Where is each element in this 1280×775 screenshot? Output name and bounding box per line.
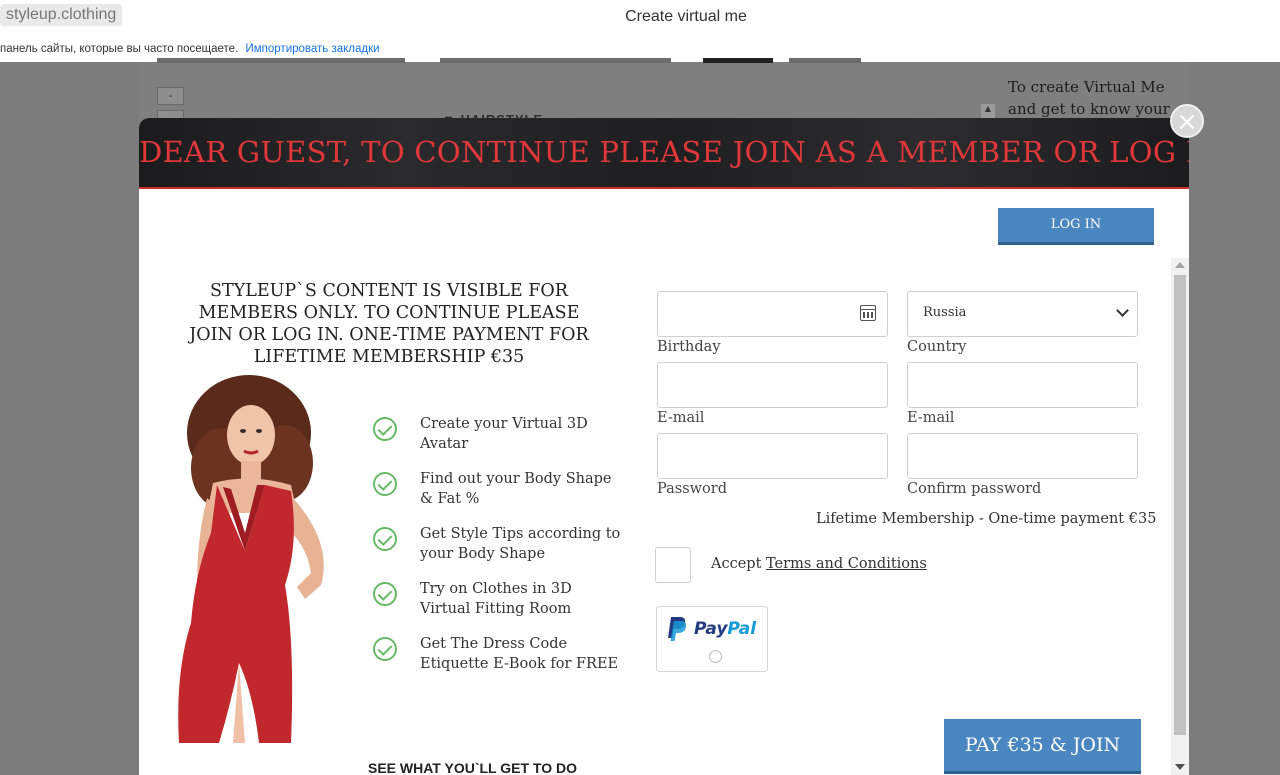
feature-text: Get Style Tips according to your Body Sh…: [420, 526, 621, 562]
membership-intro: STYLEUP`S CONTENT IS VISIBLE FOR MEMBERS…: [189, 281, 589, 367]
paypal-option[interactable]: PayPal: [656, 606, 768, 672]
join-modal: DEAR GUEST, TO CONTINUE PLEASE JOIN AS A…: [139, 118, 1189, 775]
feature-text: Find out your Body Shape & Fat %: [420, 471, 612, 507]
lifetime-membership-text: Lifetime Membership - One-time payment €…: [816, 511, 1157, 527]
modal-scrollbar[interactable]: [1171, 258, 1189, 775]
modal-title: DEAR GUEST, TO CONTINUE PLEASE JOIN AS A…: [139, 135, 1189, 169]
login-button[interactable]: LOG IN: [998, 208, 1154, 245]
bookmarks-hint: панель сайты, которые вы часто посещаете…: [0, 43, 239, 55]
feature-item: Get The Dress Code Etiquette E-Book for …: [373, 635, 633, 690]
see-what-heading: SEE WHAT YOU`LL GET TO DO: [368, 760, 577, 775]
paypal-wordmark: PayPal: [694, 619, 757, 639]
background-divider: [789, 58, 861, 63]
scrollbar-thumb[interactable]: [1174, 275, 1186, 735]
feature-item: Try on Clothes in 3D Virtual Fitting Roo…: [373, 580, 633, 635]
check-icon: [373, 527, 397, 551]
feature-item: Create your Virtual 3D Avatar: [373, 415, 633, 470]
paypal-logo: [668, 617, 687, 641]
feature-text: Try on Clothes in 3D Virtual Fitting Roo…: [420, 581, 572, 617]
background-side-text: To create Virtual Me and get to know you…: [1008, 78, 1170, 118]
feature-list: Create your Virtual 3D Avatar Find out y…: [373, 415, 633, 690]
browser-topbar: styleup.clothing Create virtual me: [0, 0, 1280, 38]
background-divider: [157, 58, 405, 63]
password-label: Password: [657, 481, 727, 497]
feature-item: Find out your Body Shape & Fat %: [373, 470, 633, 525]
check-icon: [373, 582, 397, 606]
check-icon: [373, 637, 397, 661]
feature-text: Create your Virtual 3D Avatar: [420, 416, 588, 452]
model-illustration: [178, 375, 324, 743]
zoom-minus-button[interactable]: -: [157, 87, 184, 105]
email-confirm-label: E-mail: [907, 410, 955, 426]
pay-and-join-button[interactable]: PAY €35 & JOIN: [944, 719, 1141, 774]
confirm-password-label: Confirm password: [907, 481, 1042, 497]
feature-text: Get The Dress Code Etiquette E-Book for …: [420, 636, 619, 672]
email-field[interactable]: [657, 362, 888, 408]
check-icon: [373, 472, 397, 496]
paypal-radio[interactable]: [709, 650, 722, 663]
import-bookmarks-link[interactable]: Импортировать закладки: [245, 43, 379, 55]
email-confirm-field[interactable]: [907, 362, 1138, 408]
birthday-label: Birthday: [657, 339, 721, 355]
birthday-input[interactable]: [657, 291, 888, 337]
background-scroll-up-icon[interactable]: ▲: [981, 104, 995, 118]
email-label: E-mail: [657, 410, 705, 426]
accept-text: Accept: [711, 556, 762, 572]
check-icon: [373, 417, 397, 441]
country-label: Country: [907, 339, 967, 355]
password-field[interactable]: [657, 433, 888, 479]
scroll-up-icon[interactable]: [1175, 262, 1185, 268]
background-divider: [703, 58, 773, 63]
terms-link[interactable]: Terms and Conditions: [766, 556, 927, 572]
country-select[interactable]: Russia: [907, 291, 1138, 337]
chevron-down-icon: [1116, 304, 1129, 317]
terms-checkbox[interactable]: [655, 547, 691, 583]
terms-label: Accept Terms and Conditions: [711, 556, 927, 572]
close-icon[interactable]: ×: [1170, 104, 1204, 138]
modal-header: DEAR GUEST, TO CONTINUE PLEASE JOIN AS A…: [139, 118, 1189, 189]
confirm-password-field[interactable]: [907, 433, 1138, 479]
scroll-down-icon[interactable]: [1175, 764, 1185, 770]
feature-item: Get Style Tips according to your Body Sh…: [373, 525, 633, 580]
background-divider: [440, 58, 671, 63]
calendar-icon[interactable]: [860, 305, 876, 321]
country-select-value: Russia: [923, 305, 967, 320]
page-title: Create virtual me: [625, 8, 747, 25]
